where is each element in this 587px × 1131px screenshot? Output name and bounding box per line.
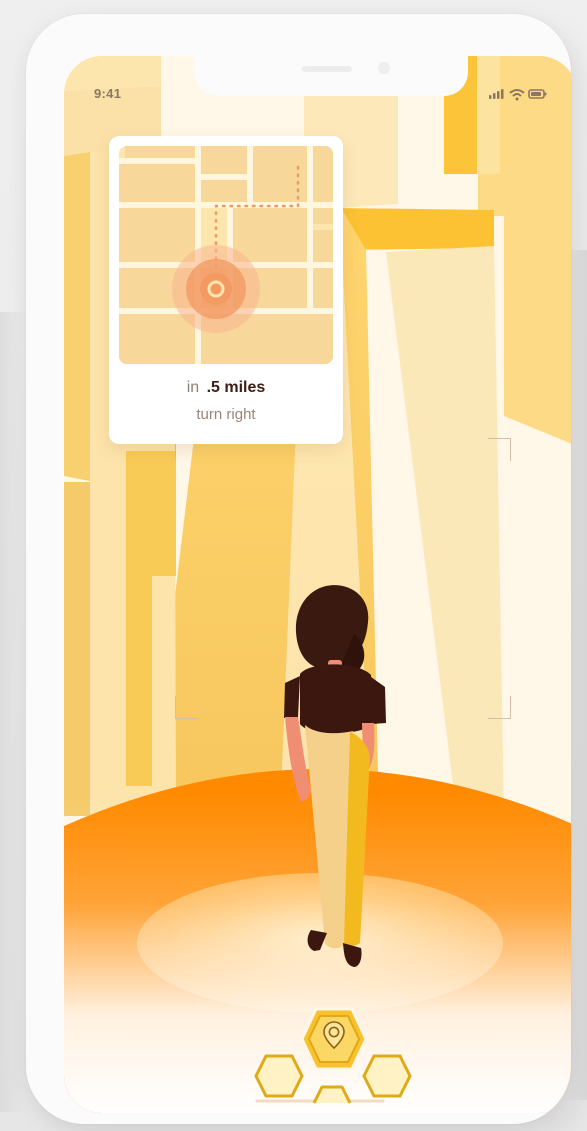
- battery-icon: [528, 89, 547, 99]
- right-window-shade: [477, 56, 500, 174]
- front-camera: [378, 62, 390, 74]
- hexagon-icon: [312, 1085, 352, 1104]
- left-lower-edge: [64, 482, 90, 816]
- phone-frame: 9:41 in .5 miles turn right: [26, 14, 571, 1124]
- instruction-distance: .5 miles: [206, 379, 266, 396]
- wifi-icon: [509, 89, 525, 101]
- left-edge-block: [64, 152, 90, 481]
- hexagon-icon: [254, 1054, 304, 1098]
- signal-icon: [489, 89, 504, 99]
- status-time: 9:41: [94, 86, 122, 101]
- phone-screen: 9:41 in .5 miles turn right: [64, 56, 571, 1113]
- hexagon-icon: [362, 1054, 412, 1098]
- hex-nav-bottom-button[interactable]: [308, 1081, 356, 1105]
- map-preview: [119, 146, 333, 364]
- phone-notch: [194, 56, 468, 96]
- instruction-distance-row: in .5 miles: [109, 379, 343, 397]
- hex-nav-right-button[interactable]: [362, 1054, 412, 1098]
- speaker-grille: [302, 66, 352, 72]
- navigation-card[interactable]: in .5 miles turn right: [109, 136, 343, 444]
- hex-nav-map-button[interactable]: [299, 1006, 369, 1072]
- app-screenshot: 9:41 in .5 miles turn right: [0, 0, 587, 1131]
- hex-nav-left-button[interactable]: [254, 1054, 304, 1098]
- bottom-hex-navigation: [254, 1006, 412, 1104]
- map-icon: [119, 146, 333, 364]
- instruction-prefix: in: [186, 379, 200, 396]
- instruction-direction: turn right: [196, 406, 256, 423]
- status-icons: [489, 89, 547, 101]
